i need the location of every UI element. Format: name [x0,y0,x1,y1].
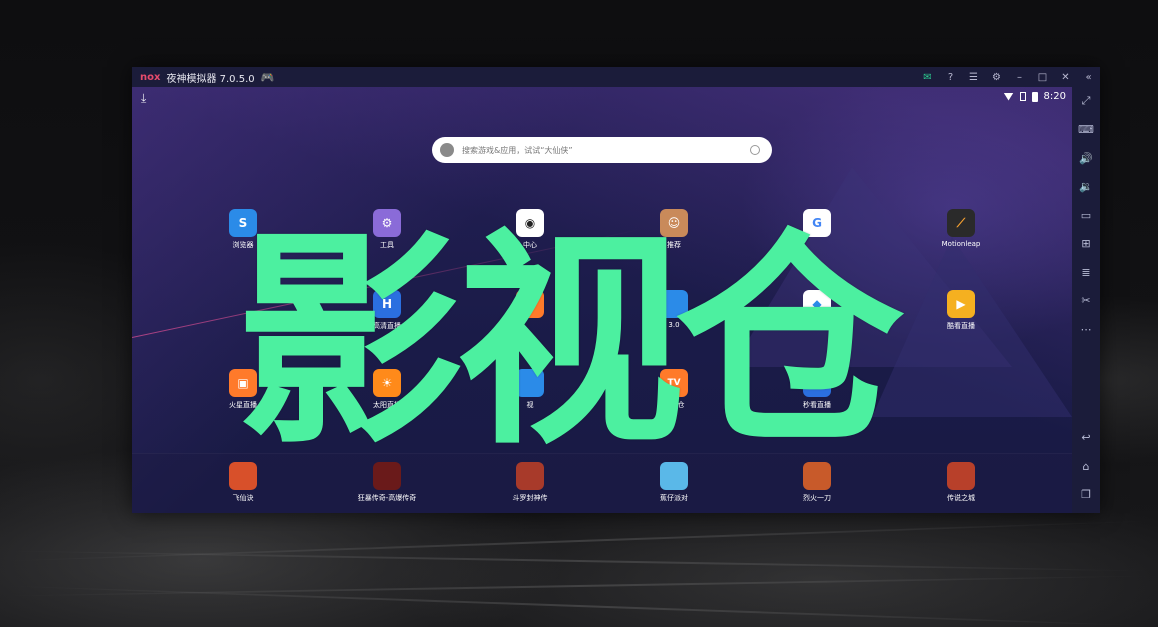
overlay-title: 影视仓 [236,209,904,475]
download-icon[interactable]: ⤓ [141,91,146,106]
wave-line [0,584,1158,627]
status-bar: 8:20 [1003,91,1066,102]
maximize-icon[interactable]: □ [1031,67,1054,87]
recents-icon[interactable]: ❐ [1072,481,1100,510]
wave-line [0,574,1158,598]
status-time: 8:20 [1043,91,1066,102]
battery-icon [1031,91,1038,102]
window-title: 夜神模拟器 7.0.5.0 [166,73,255,85]
back-icon[interactable]: ↩ [1072,424,1100,453]
close-icon[interactable]: ✕ [1054,67,1077,87]
nav-buttons: ↩ ⌂ ❐ [1072,424,1100,510]
nox-logo: nox [140,71,161,83]
search-logo-icon [440,143,454,157]
settings-icon[interactable]: ⚙ [985,67,1008,87]
collapse-icon[interactable]: « [1077,67,1100,87]
wave-line [0,549,1158,573]
home-icon[interactable]: ⌂ [1072,452,1100,481]
menu-icon[interactable]: ☰ [962,67,985,87]
app-label: 传说之城 [947,494,975,502]
search-icon[interactable] [750,145,760,155]
scissors-icon[interactable]: ✂ [1072,287,1100,316]
gamepad-icon[interactable]: 🎮 [261,71,275,84]
game-icon [947,462,975,490]
wifi-icon [1003,92,1014,101]
mail-icon[interactable]: ✉ [916,67,939,87]
sim-icon [1019,92,1026,101]
wave-line [0,519,1158,563]
fullscreen-icon[interactable]: ⤢ [1072,87,1100,116]
app-label: 酷看直播 [947,322,975,330]
app-label: 斗罗封神传 [512,494,548,502]
add-apk-icon[interactable]: ⊞ [1072,230,1100,259]
search-input[interactable]: 搜索游戏&应用，试试“大仙侠” [462,145,750,156]
app-label: 烈火一刀 [803,494,831,502]
dock-app[interactable]: 传说之城 [921,462,1001,503]
multi-instance-icon[interactable]: ≣ [1072,258,1100,287]
app-label: 狂暴传奇-高爆传奇 [357,494,417,502]
emulator-sidebar: ⤢ ⌨ 🔊 🔉 ▭ ⊞ ≣ ✂ ⋯ ↩ ⌂ ❐ [1072,87,1100,513]
app-label: 蕉仔派对 [660,494,688,502]
screen-icon[interactable]: ▭ [1072,201,1100,230]
help-icon[interactable]: ? [939,67,962,87]
play-icon: ▶ [947,290,975,318]
search-bar[interactable]: 搜索游戏&应用，试试“大仙侠” [432,137,772,163]
app-label: 飞仙诀 [232,494,254,502]
minimize-icon[interactable]: – [1008,67,1031,87]
volume-up-icon[interactable]: 🔊 [1072,144,1100,173]
more-icon[interactable]: ⋯ [1072,315,1100,344]
titlebar: nox 夜神模拟器 7.0.5.0 🎮 ✉ ? ☰ ⚙ – □ ✕ « [132,67,1100,87]
app-label: Motionleap [941,240,981,248]
motionleap-icon: ⟋ [947,209,975,237]
keyboard-icon[interactable]: ⌨ [1072,116,1100,145]
volume-down-icon[interactable]: 🔉 [1072,173,1100,202]
